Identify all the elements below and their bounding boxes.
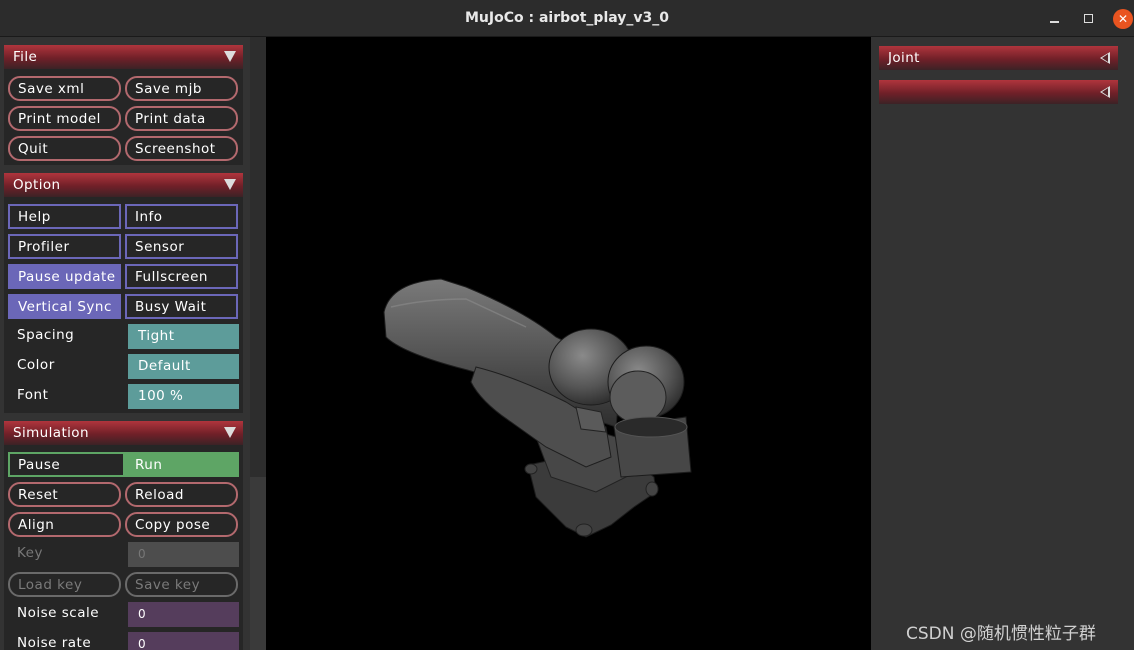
save-key-button[interactable]: Save key [125,572,238,597]
reload-button[interactable]: Reload [125,482,238,507]
reset-button[interactable]: Reset [8,482,121,507]
run-radio[interactable]: Run [125,452,239,477]
collapse-triangle-icon [224,427,236,438]
screenshot-button[interactable]: Screenshot [125,136,238,161]
copy-pose-button[interactable]: Copy pose [125,512,238,537]
color-label: Color [17,357,55,373]
color-select[interactable]: Default [128,354,239,379]
left-ui-panel: File Save xml Save mjb Print model Print… [0,37,266,650]
option-section: Option Help Info Profiler Sensor Pause u… [4,173,243,413]
joint-section-title: Joint [888,50,920,66]
noise-scale-slider[interactable]: 0 [128,602,239,627]
align-button[interactable]: Align [8,512,121,537]
window-title: MuJoCo : airbot_play_v3_0 [464,10,670,26]
pause-update-checkbox[interactable]: Pause update [8,264,121,289]
help-checkbox[interactable]: Help [8,204,121,229]
noise-rate-slider[interactable]: 0 [128,632,239,650]
noise-scale-label: Noise scale [17,605,100,621]
title-bar: MuJoCo : airbot_play_v3_0 ✕ [0,0,1134,37]
simulation-section-header[interactable]: Simulation [4,421,243,445]
scrollbar-thumb[interactable] [250,37,266,477]
collapse-triangle-icon [224,51,236,62]
font-label: Font [17,387,49,403]
simulation-section: Simulation Pause Run Reset Reload Align … [4,421,243,650]
save-xml-button[interactable]: Save xml [8,76,121,101]
minimize-button[interactable] [1045,9,1065,29]
spacing-select[interactable]: Tight [128,324,239,349]
busy-wait-checkbox[interactable]: Busy Wait [125,294,238,319]
joint-section-header[interactable]: Joint [879,46,1118,70]
maximize-icon [1084,14,1093,23]
save-mjb-button[interactable]: Save mjb [125,76,238,101]
noise-rate-label: Noise rate [17,635,92,650]
robot-arm-render [383,278,692,538]
vertical-sync-checkbox[interactable]: Vertical Sync [8,294,121,319]
close-icon: ✕ [1117,12,1129,26]
key-label: Key [17,545,43,561]
sensor-checkbox[interactable]: Sensor [125,234,238,259]
spacing-label: Spacing [17,327,75,343]
print-data-button[interactable]: Print data [125,106,238,131]
3d-viewport[interactable] [266,37,871,650]
control-section-header[interactable] [879,80,1118,104]
close-button[interactable]: ✕ [1113,9,1133,29]
info-checkbox[interactable]: Info [125,204,238,229]
print-model-button[interactable]: Print model [8,106,121,131]
maximize-button[interactable] [1079,9,1099,29]
right-ui-panel: Joint CSDN @随机惯性粒子群 [871,37,1134,650]
simulation-section-title: Simulation [13,425,89,441]
profiler-checkbox[interactable]: Profiler [8,234,121,259]
option-section-header[interactable]: Option [4,173,243,197]
option-section-title: Option [13,177,61,193]
minimize-icon [1050,21,1059,23]
key-slider[interactable]: 0 [128,542,239,567]
load-key-button[interactable]: Load key [8,572,121,597]
expand-triangle-icon [1100,52,1110,64]
quit-button[interactable]: Quit [8,136,121,161]
font-select[interactable]: 100 % [128,384,239,409]
watermark-text: CSDN @随机惯性粒子群 [906,624,1096,644]
fullscreen-checkbox[interactable]: Fullscreen [125,264,238,289]
file-section: File Save xml Save mjb Print model Print… [4,45,243,165]
file-section-header[interactable]: File [4,45,243,69]
collapse-triangle-icon [224,179,236,190]
pause-radio[interactable]: Pause [8,452,125,477]
file-section-title: File [13,49,38,65]
expand-triangle-icon [1100,86,1110,98]
